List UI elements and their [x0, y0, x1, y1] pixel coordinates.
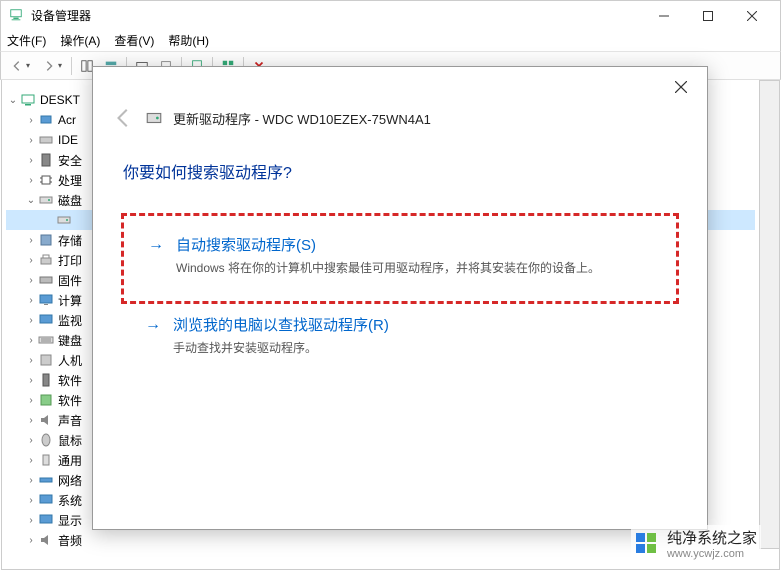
chevron-icon[interactable] — [24, 375, 38, 386]
dialog-header: 更新驱动程序 - WDC WD10EZEX-75WN4A1 — [93, 67, 707, 129]
chevron-icon[interactable] — [24, 415, 38, 426]
option-title: 浏览我的电脑以查找驱动程序(R) — [173, 314, 389, 335]
menu-help[interactable]: 帮助(H) — [168, 32, 209, 49]
option-title: 自动搜索驱动程序(S) — [176, 234, 600, 255]
watermark: 纯净系统之家 www.ycwjz.com — [631, 525, 761, 562]
keyboard-icon — [38, 332, 54, 348]
device-icon — [38, 372, 54, 388]
sound-icon — [38, 412, 54, 428]
network-icon — [38, 472, 54, 488]
tree-root-label: DESKT — [40, 93, 80, 107]
option-browse[interactable]: → 浏览我的电脑以查找驱动程序(R) 手动查找并安装驱动程序。 — [121, 310, 679, 361]
chevron-icon[interactable] — [24, 275, 38, 286]
chevron-icon[interactable] — [24, 255, 38, 266]
chevron-icon[interactable] — [24, 535, 38, 546]
device-icon — [38, 272, 54, 288]
usb-icon — [38, 452, 54, 468]
arrow-right-icon: → — [148, 234, 164, 277]
chevron-icon[interactable] — [24, 175, 38, 186]
vertical-scrollbar[interactable] — [760, 80, 780, 549]
menu-view[interactable]: 查看(V) — [114, 32, 154, 49]
dialog-back-button[interactable] — [113, 107, 135, 129]
chevron-icon[interactable] — [24, 455, 38, 466]
chevron-icon[interactable] — [24, 495, 38, 506]
disk-icon — [145, 109, 163, 127]
option-desc: Windows 将在你的计算机中搜索最佳可用驱动程序，并将其安装在你的设备上。 — [176, 259, 600, 277]
disk-icon — [56, 212, 72, 228]
option-auto-search[interactable]: → 自动搜索驱动程序(S) Windows 将在你的计算机中搜索最佳可用驱动程序… — [121, 213, 679, 304]
dialog-close-button[interactable] — [667, 75, 695, 99]
chevron-icon[interactable] — [24, 435, 38, 446]
printer-icon — [38, 252, 54, 268]
chevron-icon[interactable] — [24, 155, 38, 166]
window-title: 设备管理器 — [31, 7, 644, 24]
computer-icon — [20, 92, 36, 108]
forward-button[interactable] — [37, 55, 67, 77]
back-button[interactable] — [5, 55, 35, 77]
chevron-icon[interactable] — [24, 235, 38, 246]
maximize-button[interactable] — [688, 2, 728, 30]
window-controls — [644, 2, 772, 30]
chevron-icon[interactable] — [24, 295, 38, 306]
arrow-right-icon: → — [145, 314, 161, 357]
watermark-url: www.ycwjz.com — [667, 548, 757, 560]
dialog-question: 你要如何搜索驱动程序? — [93, 129, 707, 193]
device-icon — [38, 152, 54, 168]
audio-icon — [38, 532, 54, 548]
chevron-icon[interactable] — [6, 95, 20, 106]
monitor-icon — [38, 312, 54, 328]
update-driver-dialog: 更新驱动程序 - WDC WD10EZEX-75WN4A1 你要如何搜索驱动程序… — [92, 66, 708, 530]
chevron-icon[interactable] — [24, 515, 38, 526]
monitor-icon — [38, 292, 54, 308]
dialog-title: 更新驱动程序 - WDC WD10EZEX-75WN4A1 — [173, 109, 431, 128]
menu-bar: 文件(F) 操作(A) 查看(V) 帮助(H) — [0, 30, 781, 52]
device-icon — [38, 112, 54, 128]
mouse-icon — [38, 432, 54, 448]
menu-action[interactable]: 操作(A) — [60, 32, 100, 49]
device-icon — [38, 352, 54, 368]
device-icon — [38, 392, 54, 408]
chevron-icon[interactable] — [24, 475, 38, 486]
app-icon — [9, 8, 25, 24]
cpu-icon — [38, 172, 54, 188]
disk-icon — [38, 192, 54, 208]
chevron-icon[interactable] — [24, 115, 38, 126]
minimize-button[interactable] — [644, 2, 684, 30]
chevron-icon[interactable] — [24, 335, 38, 346]
menu-file[interactable]: 文件(F) — [7, 32, 46, 49]
close-button[interactable] — [732, 2, 772, 30]
device-icon — [38, 492, 54, 508]
watermark-text: 纯净系统之家 — [667, 530, 757, 547]
chevron-icon[interactable] — [24, 355, 38, 366]
watermark-logo-icon — [635, 532, 659, 556]
option-desc: 手动查找并安装驱动程序。 — [173, 339, 389, 357]
chevron-icon[interactable] — [24, 315, 38, 326]
chevron-icon[interactable] — [24, 395, 38, 406]
chevron-icon[interactable] — [24, 135, 38, 146]
device-icon — [38, 232, 54, 248]
display-icon — [38, 512, 54, 528]
toolbar-separator — [71, 57, 72, 75]
device-icon — [38, 132, 54, 148]
title-bar: 设备管理器 — [0, 0, 781, 30]
chevron-icon[interactable] — [24, 195, 38, 206]
